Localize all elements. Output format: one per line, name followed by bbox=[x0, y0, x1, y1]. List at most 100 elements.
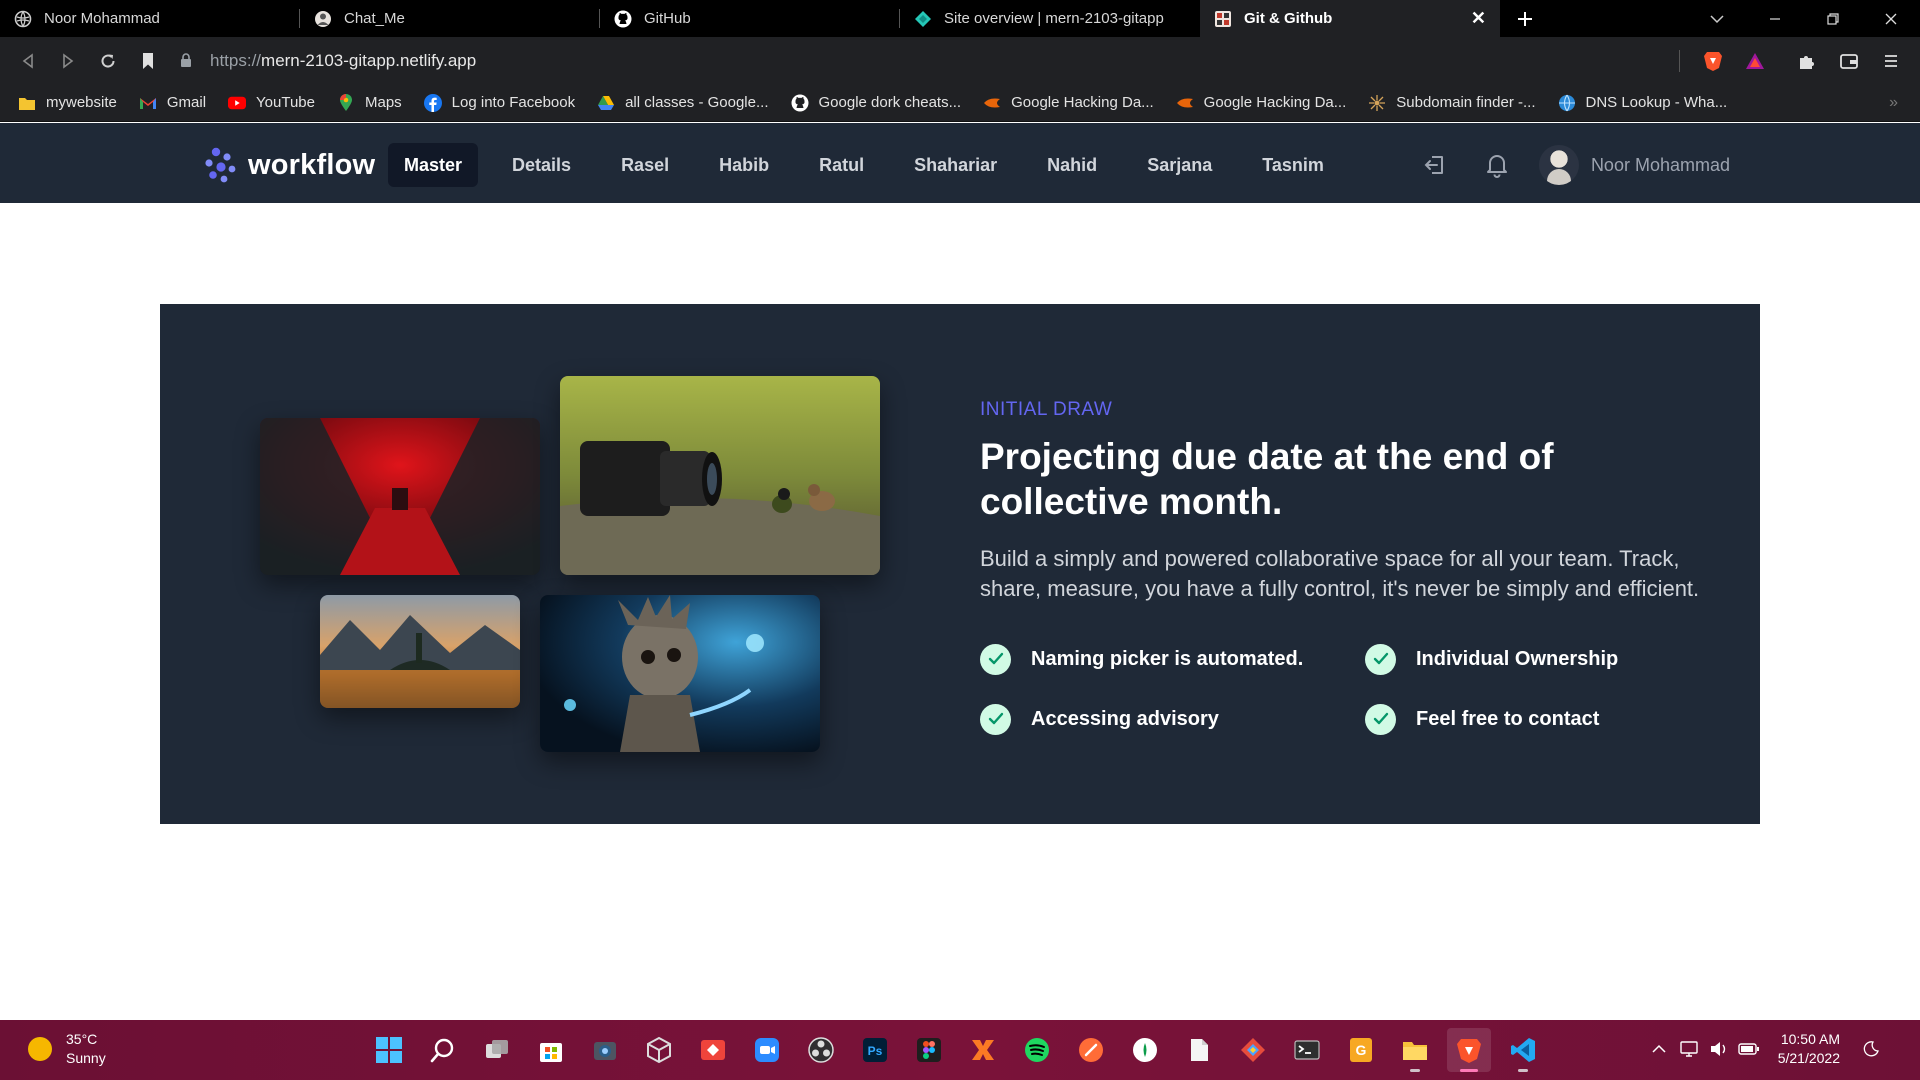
bookmark-google-dork[interactable]: Google dork cheats... bbox=[791, 94, 961, 112]
youtube-icon bbox=[228, 94, 247, 112]
nav-shahariar[interactable]: Shahariar bbox=[898, 143, 1013, 187]
brand-logo[interactable]: workflow bbox=[200, 145, 375, 185]
browser-tab-strip: Noor Mohammad Chat_Me GitHub Site overvi… bbox=[0, 0, 1920, 37]
avatar[interactable] bbox=[1538, 145, 1579, 185]
brave-rewards-button[interactable] bbox=[1734, 43, 1776, 79]
minimize-button[interactable] bbox=[1746, 0, 1804, 37]
start-button[interactable] bbox=[367, 1028, 411, 1072]
clock-time: 10:50 AM bbox=[1780, 1031, 1840, 1047]
extensions-button[interactable] bbox=[1786, 43, 1828, 79]
notepad-button[interactable] bbox=[1177, 1028, 1221, 1072]
bookmark-all-classes[interactable]: all classes - Google... bbox=[597, 94, 769, 112]
spotify-button[interactable] bbox=[1015, 1028, 1059, 1072]
new-tab-button[interactable] bbox=[1500, 0, 1550, 37]
nav-habib[interactable]: Habib bbox=[703, 143, 785, 187]
zoom-button[interactable] bbox=[745, 1028, 789, 1072]
brand-name: workflow bbox=[248, 148, 376, 181]
browser-menu-button[interactable] bbox=[1870, 43, 1912, 79]
bookmark-subdomain-finder[interactable]: Subdomain finder -... bbox=[1368, 94, 1536, 112]
camera-app-button[interactable] bbox=[583, 1028, 627, 1072]
nav-sarjana[interactable]: Sarjana bbox=[1131, 143, 1228, 187]
focus-assist-button[interactable] bbox=[1858, 1034, 1884, 1064]
nav-tasnim[interactable]: Tasnim bbox=[1246, 143, 1340, 187]
photoshop-button[interactable]: Ps bbox=[853, 1028, 897, 1072]
bookmark-mywebsite[interactable]: mywebsite bbox=[18, 94, 117, 112]
brave-rewards-triangle-icon bbox=[1746, 52, 1764, 69]
nav-ratul[interactable]: Ratul bbox=[803, 143, 880, 187]
reload-icon bbox=[101, 54, 115, 68]
git-diamond-icon bbox=[1241, 1038, 1265, 1062]
anydesk-button[interactable] bbox=[691, 1028, 735, 1072]
volume-button[interactable] bbox=[1706, 1034, 1732, 1064]
network-button[interactable] bbox=[1676, 1034, 1702, 1064]
postman-button[interactable] bbox=[1069, 1028, 1113, 1072]
git-kraken-button[interactable] bbox=[1231, 1028, 1275, 1072]
vscode-button[interactable] bbox=[1501, 1028, 1545, 1072]
brave-browser-button[interactable] bbox=[1447, 1028, 1491, 1072]
xampp-button[interactable] bbox=[961, 1028, 1005, 1072]
main-menu: Master Details Rasel Habib Ratul Shahari… bbox=[388, 143, 1358, 187]
obs-button[interactable] bbox=[799, 1028, 843, 1072]
feature-label: Feel free to contact bbox=[1416, 707, 1600, 730]
nav-master[interactable]: Master bbox=[388, 143, 479, 187]
show-hidden-icons-button[interactable] bbox=[1646, 1034, 1672, 1064]
file-explorer-button[interactable] bbox=[1393, 1028, 1437, 1072]
bookmark-maps[interactable]: Maps bbox=[337, 93, 402, 112]
bookmark-gmail[interactable]: Gmail bbox=[139, 94, 206, 112]
bookmark-dns-lookup[interactable]: DNS Lookup - Wha... bbox=[1558, 94, 1727, 112]
tab-noor-mohammad[interactable]: Noor Mohammad bbox=[0, 0, 300, 37]
bookmark-label: all classes - Google... bbox=[625, 94, 769, 111]
tab-close-icon[interactable]: ✕ bbox=[1471, 8, 1486, 29]
figma-button[interactable] bbox=[907, 1028, 951, 1072]
bookmark-facebook[interactable]: Log into Facebook bbox=[423, 93, 575, 112]
terminal-icon bbox=[1294, 1040, 1320, 1060]
more-bookmarks-chevron-icon[interactable]: » bbox=[1889, 94, 1898, 112]
sun-icon bbox=[28, 1037, 52, 1061]
check-icon bbox=[1365, 703, 1396, 735]
pdf-editor-button[interactable]: G bbox=[1339, 1028, 1383, 1072]
bookmark-page-button[interactable] bbox=[130, 43, 166, 79]
url-field[interactable]: https://mern-2103-gitapp.netlify.app bbox=[166, 37, 1667, 84]
close-icon bbox=[1885, 13, 1897, 24]
back-button[interactable] bbox=[10, 43, 46, 79]
notifications-button[interactable] bbox=[1477, 145, 1517, 185]
feature-item: Feel free to contact bbox=[1365, 703, 1700, 735]
code-sandbox-button[interactable] bbox=[637, 1028, 681, 1072]
svg-text:G: G bbox=[1356, 1042, 1367, 1058]
tab-search-button[interactable] bbox=[1688, 0, 1746, 37]
postman-icon bbox=[1079, 1038, 1103, 1062]
battery-button[interactable] bbox=[1736, 1034, 1762, 1064]
user-name[interactable]: Noor Mohammad bbox=[1591, 155, 1730, 176]
taskbar-clock[interactable]: 10:50 AM 5/21/2022 bbox=[1778, 1030, 1840, 1068]
globe-icon bbox=[14, 10, 32, 28]
tab-site-overview[interactable]: Site overview | mern-2103-gitapp bbox=[900, 0, 1200, 37]
bookmark-youtube[interactable]: YouTube bbox=[228, 94, 315, 112]
weather-widget[interactable]: 35°C Sunny bbox=[28, 1030, 106, 1068]
tab-github[interactable]: GitHub bbox=[600, 0, 900, 37]
forward-button[interactable] bbox=[50, 43, 86, 79]
close-window-button[interactable] bbox=[1862, 0, 1920, 37]
task-view-button[interactable] bbox=[475, 1028, 519, 1072]
github-icon bbox=[614, 10, 632, 28]
bookmark-google-hacking-1[interactable]: Google Hacking Da... bbox=[983, 94, 1154, 112]
terminal-button[interactable] bbox=[1285, 1028, 1329, 1072]
logout-button[interactable] bbox=[1415, 145, 1455, 185]
brave-shields-button[interactable] bbox=[1692, 43, 1734, 79]
brave-lion-icon bbox=[1457, 1039, 1481, 1063]
microsoft-store-button[interactable] bbox=[529, 1028, 573, 1072]
whatsapp-button[interactable] bbox=[1123, 1028, 1167, 1072]
document-icon bbox=[1191, 1039, 1208, 1061]
wallet-button[interactable] bbox=[1828, 43, 1870, 79]
forward-arrow-icon bbox=[63, 52, 74, 69]
nav-nahid[interactable]: Nahid bbox=[1031, 143, 1113, 187]
tab-git-github[interactable]: Git & Github ✕ bbox=[1200, 0, 1500, 37]
baby-groot-photo bbox=[540, 595, 820, 752]
nav-details[interactable]: Details bbox=[496, 143, 587, 187]
restore-button[interactable] bbox=[1804, 0, 1862, 37]
tab-chat-me[interactable]: Chat_Me bbox=[300, 0, 600, 37]
search-button[interactable] bbox=[421, 1028, 465, 1072]
reload-button[interactable] bbox=[90, 43, 126, 79]
bell-icon bbox=[1486, 155, 1507, 178]
bookmark-google-hacking-2[interactable]: Google Hacking Da... bbox=[1176, 94, 1346, 112]
nav-rasel[interactable]: Rasel bbox=[605, 143, 685, 187]
